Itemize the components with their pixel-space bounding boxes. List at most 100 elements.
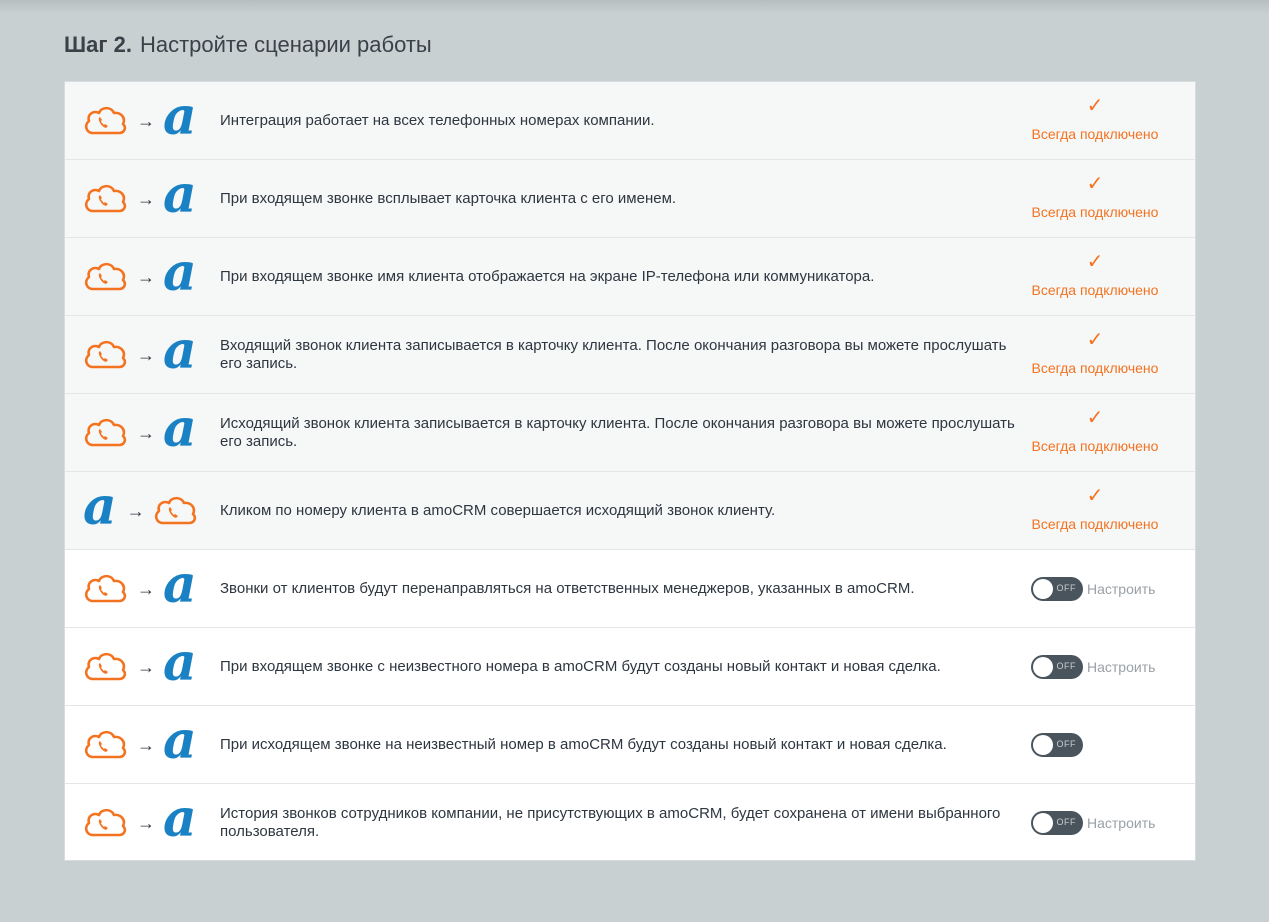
status-label: Всегда подключено	[1031, 438, 1159, 454]
status-label: Всегда подключено	[1031, 516, 1159, 532]
arrow-right-icon: →	[137, 266, 155, 287]
cloud-phone-icon	[83, 183, 127, 215]
amocrm-icon: a	[163, 710, 197, 771]
scenario-row: → a Исходящий звонок клиента записываетс…	[65, 394, 1195, 472]
toggle-knob	[1033, 657, 1053, 677]
row-icons: → a	[83, 82, 203, 160]
scenario-toggle[interactable]: OFF	[1031, 655, 1083, 679]
row-icons: a →	[83, 472, 203, 550]
scenario-text: При входящем звонке с неизвестного номер…	[220, 658, 941, 675]
toggle-state: OFF	[1056, 583, 1076, 593]
amocrm-icon: a	[163, 242, 197, 303]
arrow-right-icon: →	[137, 188, 155, 209]
scenario-row: → a Звонки от клиентов будут перенаправл…	[65, 550, 1195, 628]
row-icons: → a	[83, 550, 203, 628]
row-icons: → a	[83, 238, 203, 316]
cloud-phone-icon	[83, 261, 127, 293]
configure-link[interactable]: Настроить	[1087, 815, 1155, 831]
scenario-text: Входящий звонок клиента записывается в к…	[220, 337, 1007, 372]
scenario-text: При входящем звонке имя клиента отобража…	[220, 268, 875, 285]
status-label: Всегда подключено	[1031, 204, 1159, 220]
scenario-row: → a При исходящем звонке на неизвестный …	[65, 706, 1195, 784]
arrow-right-icon: →	[137, 344, 155, 365]
checkmark-icon: ✓	[1086, 485, 1104, 507]
arrow-right-icon: →	[137, 734, 155, 755]
row-icons: → a	[83, 628, 203, 706]
status-label: Всегда подключено	[1031, 282, 1159, 298]
configure-link[interactable]: Настроить	[1087, 659, 1155, 675]
scenario-toggle[interactable]: OFF	[1031, 811, 1083, 835]
cloud-phone-icon	[83, 339, 127, 371]
top-shadow	[0, 0, 1269, 14]
row-icons: → a	[83, 706, 203, 784]
toggle-group: OFF Настроить	[1031, 784, 1155, 862]
cloud-phone-icon	[83, 573, 127, 605]
amocrm-icon: a	[163, 86, 197, 147]
toggle-knob	[1033, 813, 1053, 833]
scenario-toggle[interactable]: OFF	[1031, 733, 1083, 757]
amocrm-icon: a	[163, 788, 197, 849]
checkmark-icon: ✓	[1086, 95, 1104, 117]
status-always-on: ✓ Всегда подключено	[995, 394, 1195, 472]
configure-link[interactable]: Настроить	[1087, 581, 1155, 597]
cloud-phone-icon	[83, 105, 127, 137]
arrow-right-icon: →	[137, 422, 155, 443]
toggle-group: OFF Настроить	[1031, 550, 1155, 628]
cloud-phone-icon	[83, 729, 127, 761]
checkmark-icon: ✓	[1086, 329, 1104, 351]
row-icons: → a	[83, 394, 203, 472]
toggle-group: OFF	[1031, 706, 1083, 784]
scenario-row: a → Кликом по номеру клиента в amoCRM со…	[65, 472, 1195, 550]
scenario-row: → a Интеграция работает на всех телефонн…	[65, 82, 1195, 160]
step-number: Шаг 2.	[64, 32, 132, 57]
row-icons: → a	[83, 160, 203, 238]
scenario-row: → a Входящий звонок клиента записывается…	[65, 316, 1195, 394]
status-always-on: ✓ Всегда подключено	[995, 238, 1195, 316]
cloud-phone-icon	[153, 495, 197, 527]
status-always-on: ✓ Всегда подключено	[995, 316, 1195, 394]
amocrm-icon: a	[163, 632, 197, 693]
checkmark-icon: ✓	[1086, 251, 1104, 273]
status-label: Всегда подключено	[1031, 126, 1159, 142]
arrow-right-icon: →	[137, 656, 155, 677]
scenario-text: История звонков сотрудников компании, не…	[220, 805, 1001, 840]
arrow-right-icon: →	[137, 578, 155, 599]
amocrm-icon: a	[83, 476, 117, 537]
scenario-row: → a При входящем звонке всплывает карточ…	[65, 160, 1195, 238]
scenario-toggle[interactable]: OFF	[1031, 577, 1083, 601]
cloud-phone-icon	[83, 651, 127, 683]
row-icons: → a	[83, 316, 203, 394]
toggle-state: OFF	[1056, 739, 1076, 749]
arrow-right-icon: →	[137, 812, 155, 833]
status-always-on: ✓ Всегда подключено	[995, 472, 1195, 550]
amocrm-icon: a	[163, 398, 197, 459]
toggle-state: OFF	[1056, 817, 1076, 827]
step-title: Настройте сценарии работы	[139, 32, 432, 57]
scenario-text: Интеграция работает на всех телефонных н…	[220, 112, 655, 129]
status-always-on: ✓ Всегда подключено	[995, 160, 1195, 238]
arrow-right-icon: →	[137, 110, 155, 131]
toggle-group: OFF Настроить	[1031, 628, 1155, 706]
page-title: Шаг 2. Настройте сценарии работы	[64, 30, 432, 60]
scenario-row: → a При входящем звонке имя клиента отоб…	[65, 238, 1195, 316]
cloud-phone-icon	[83, 807, 127, 839]
status-label: Всегда подключено	[1031, 360, 1159, 376]
toggle-state: OFF	[1056, 661, 1076, 671]
amocrm-icon: a	[163, 554, 197, 615]
toggle-knob	[1033, 579, 1053, 599]
scenario-text: Кликом по номеру клиента в amoCRM соверш…	[220, 502, 776, 519]
arrow-right-icon: →	[126, 500, 145, 521]
amocrm-icon: a	[163, 320, 197, 381]
cloud-phone-icon	[83, 417, 127, 449]
scenario-text: При входящем звонке всплывает карточка к…	[220, 190, 677, 207]
toggle-knob	[1033, 735, 1053, 755]
scenarios-panel: → a Интеграция работает на всех телефонн…	[64, 81, 1196, 861]
scenario-text: Звонки от клиентов будут перенаправлятьс…	[220, 580, 915, 597]
row-icons: → a	[83, 784, 203, 862]
scenario-text: Исходящий звонок клиента записывается в …	[220, 415, 1015, 450]
scenario-row: → a При входящем звонке с неизвестного н…	[65, 628, 1195, 706]
checkmark-icon: ✓	[1086, 173, 1104, 195]
checkmark-icon: ✓	[1086, 407, 1104, 429]
scenario-text: При исходящем звонке на неизвестный номе…	[220, 736, 947, 753]
amocrm-icon: a	[163, 164, 197, 225]
